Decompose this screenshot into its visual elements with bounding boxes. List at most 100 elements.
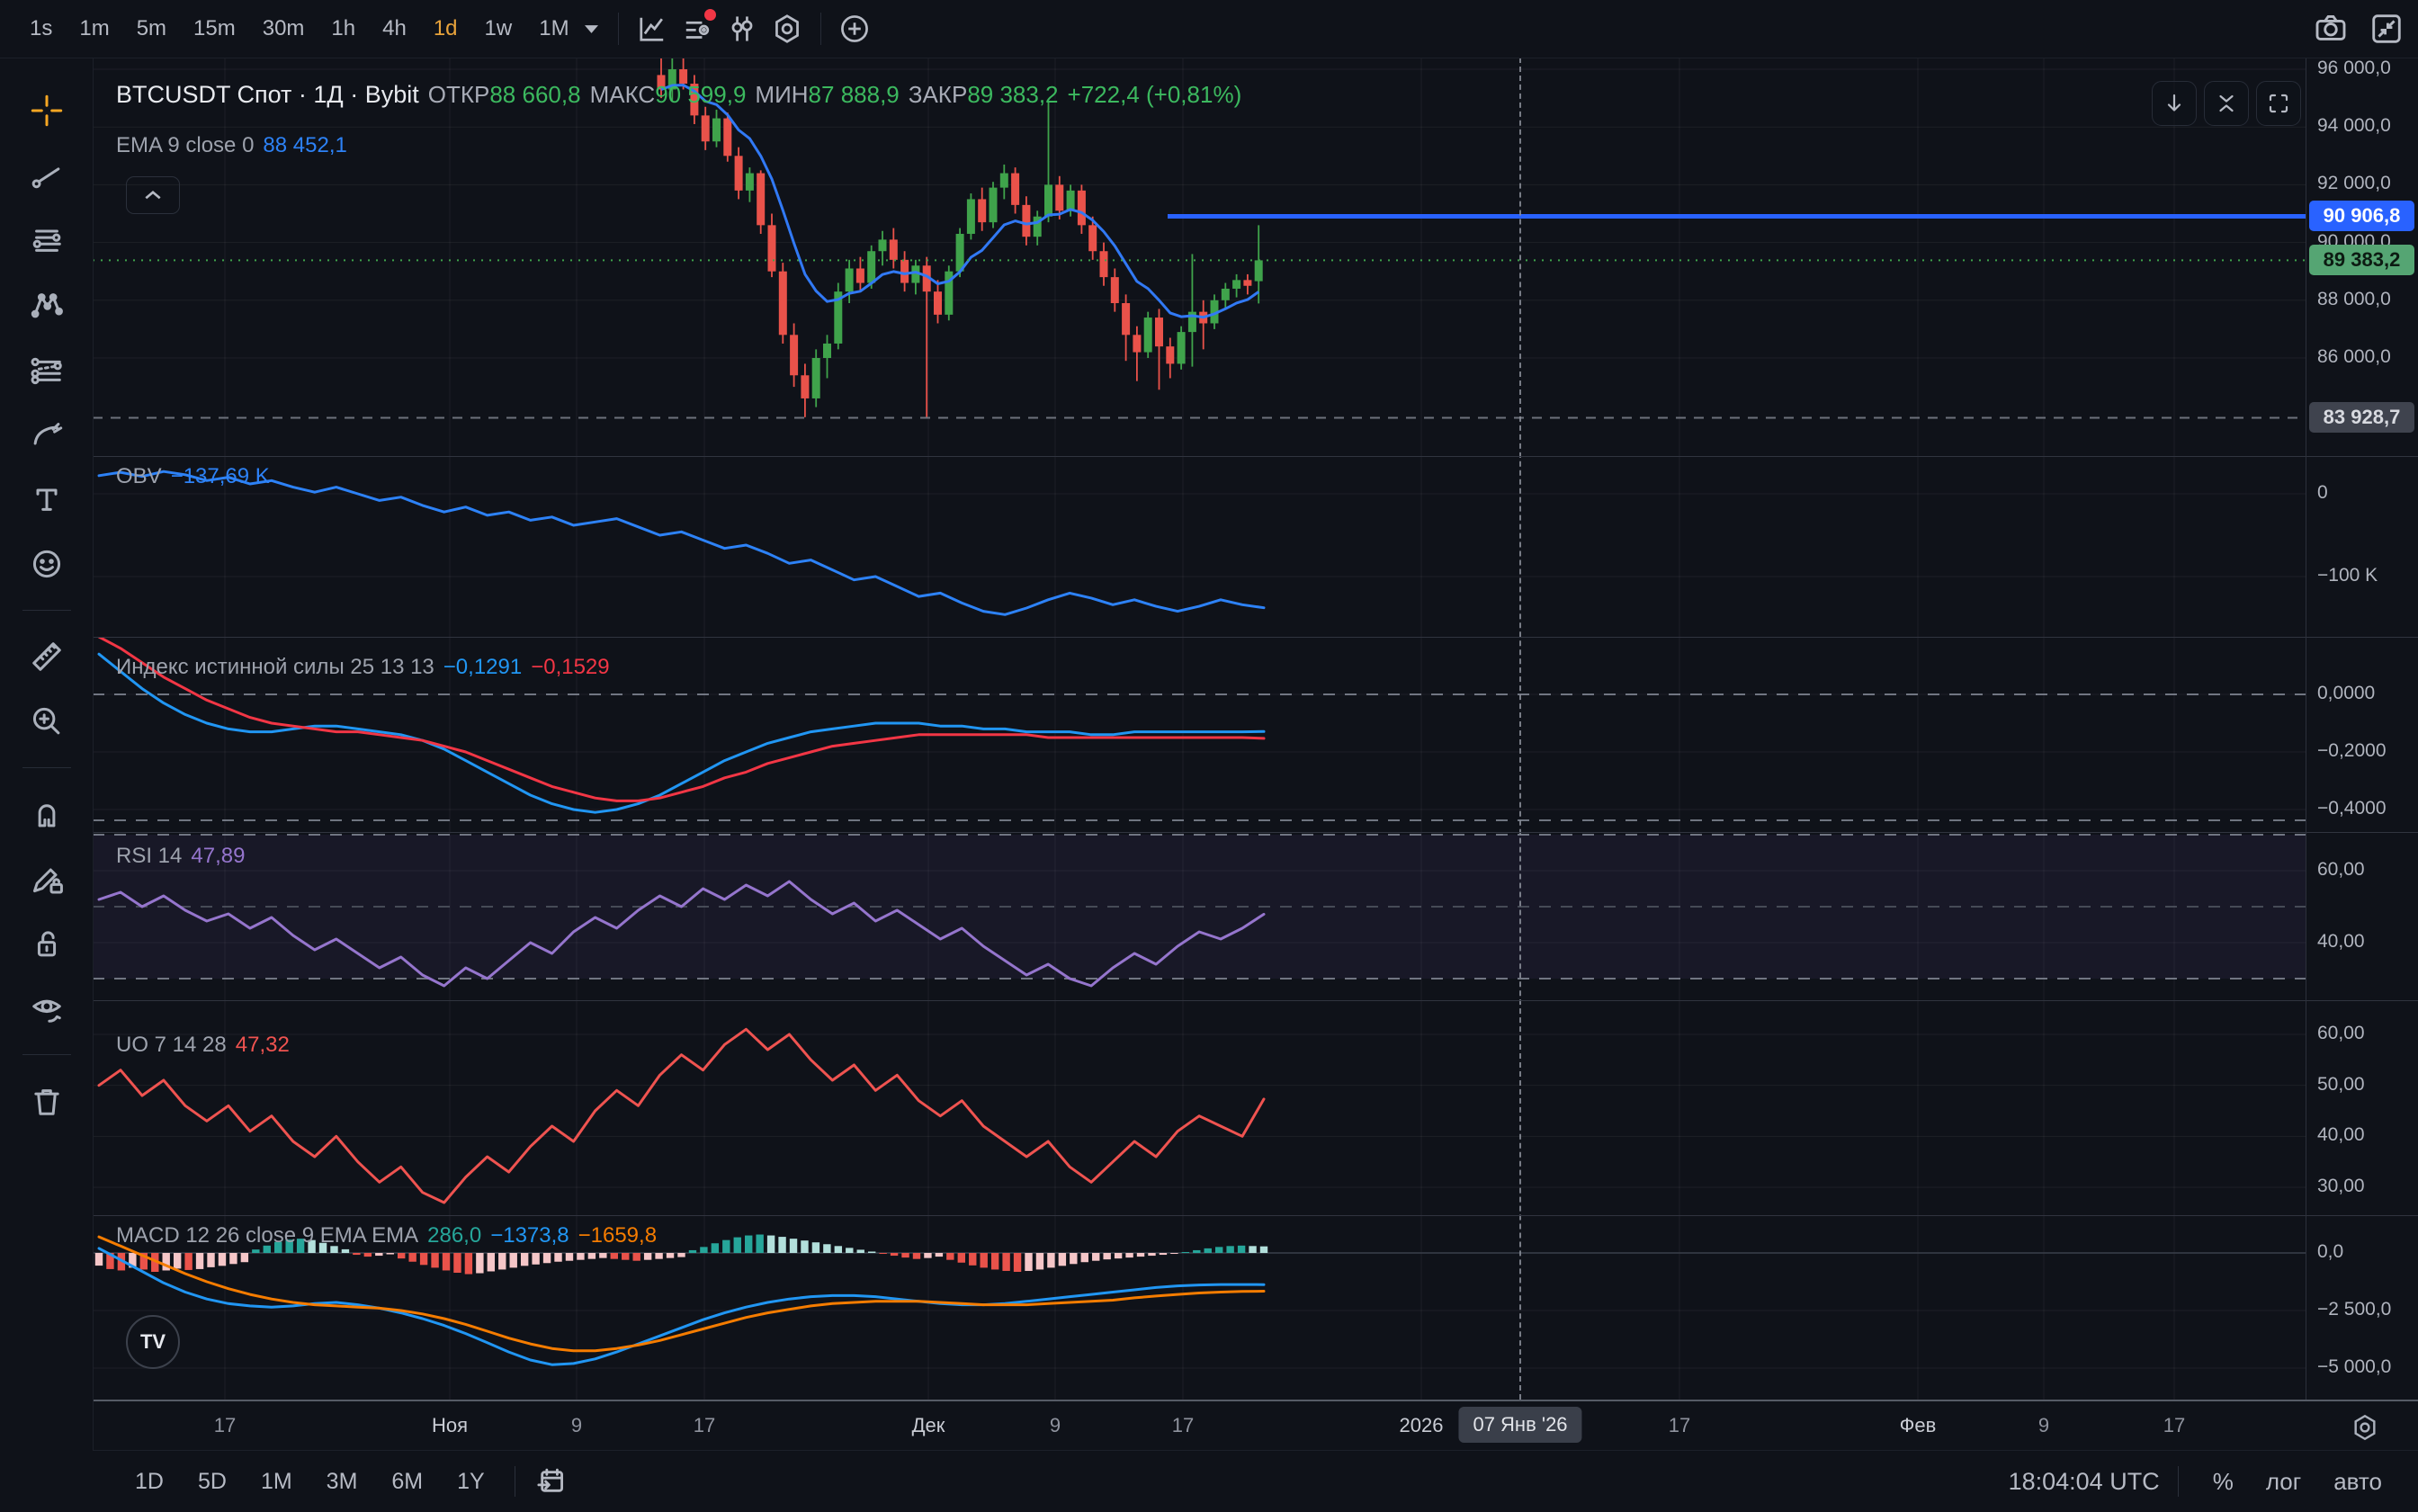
lock-all-tool[interactable]	[21, 917, 73, 970]
time-label: 17	[694, 1414, 715, 1437]
maximize-pane-button[interactable]	[2256, 81, 2301, 126]
crosshair-tool[interactable]	[21, 85, 73, 137]
axis-tick: 60,00	[2317, 859, 2365, 881]
compare-button[interactable]	[720, 6, 765, 51]
timeframe-4h[interactable]: 4h	[369, 0, 420, 58]
emoji-tool[interactable]	[21, 538, 73, 590]
timeframe-1s[interactable]: 1s	[16, 0, 66, 58]
price-label: 90 906,8	[2309, 201, 2414, 231]
axis-tick: 0	[2317, 482, 2328, 504]
brush-tool[interactable]	[21, 408, 73, 461]
rsi-legend-value: 47,89	[191, 844, 245, 869]
legend-collapse-button[interactable]	[126, 176, 180, 214]
ohlc-open: ОТКР88 660,8	[428, 81, 581, 109]
axis-tick: 94 000,0	[2317, 115, 2391, 137]
panel-separator[interactable]	[93, 456, 2418, 457]
panel-uo[interactable]	[93, 1000, 2306, 1215]
timeframe-1h[interactable]: 1h	[318, 0, 369, 58]
panel-rsi[interactable]	[93, 832, 2306, 1000]
log-scale-toggle[interactable]: лог	[2250, 1468, 2317, 1496]
screenshot-button[interactable]	[2308, 6, 2353, 51]
add-button[interactable]	[832, 6, 877, 51]
panel-obv[interactable]	[93, 456, 2306, 637]
ruler-tool[interactable]	[21, 631, 73, 683]
time-label: Фев	[1900, 1414, 1937, 1437]
price-axis[interactable]: 96 000,094 000,092 000,090 000,088 000,0…	[2306, 58, 2418, 1400]
rsi-legend-name[interactable]: RSI 14	[116, 844, 182, 869]
time-label: 9	[1050, 1414, 1061, 1437]
axis-tick: −2 500,0	[2317, 1299, 2391, 1320]
panel-separator[interactable]	[93, 1000, 2418, 1001]
panel-separator[interactable]	[93, 832, 2418, 833]
text-tool[interactable]	[21, 473, 73, 525]
panel-separator[interactable]	[93, 1215, 2418, 1216]
sidebar-divider	[22, 610, 71, 611]
indicators-button[interactable]	[675, 6, 720, 51]
time-axis[interactable]: 17Ноя917Дек917202617Фев91707 Янв '26	[0, 1401, 2418, 1450]
macd-legend-value2: −1373,8	[490, 1223, 569, 1248]
panel-separator[interactable]	[93, 637, 2418, 638]
timeframe-5m[interactable]: 5m	[123, 0, 180, 58]
notification-dot	[704, 9, 716, 21]
axis-tick: −0,4000	[2317, 798, 2387, 819]
timeframe-30m[interactable]: 30m	[249, 0, 318, 58]
goto-date-button[interactable]	[528, 1458, 575, 1505]
axis-tick: 30,00	[2317, 1176, 2365, 1197]
time-label: Дек	[912, 1414, 945, 1437]
tsi-legend-name[interactable]: Индекс истинной силы 25 13 13	[116, 655, 434, 680]
remove-drawings-tool[interactable]	[21, 1075, 73, 1127]
tradingview-logo[interactable]: TV	[126, 1315, 180, 1369]
pane-quick-buttons	[2152, 81, 2301, 126]
trend-line-tool[interactable]	[21, 149, 73, 201]
obv-legend-name[interactable]: OBV	[116, 464, 162, 489]
ema-legend-value: 88 452,1	[263, 133, 346, 158]
calendar-goto-icon	[535, 1465, 568, 1498]
hide-drawings-tool[interactable]	[21, 982, 73, 1034]
timeframe-1M[interactable]: 1M	[525, 0, 582, 58]
panel-price[interactable]	[93, 58, 2306, 456]
axis-tick: 96 000,0	[2317, 58, 2391, 79]
timeframe-1w[interactable]: 1w	[471, 0, 526, 58]
axis-tick: −0,2000	[2317, 740, 2387, 762]
timeframe-15m[interactable]: 15m	[180, 0, 249, 58]
range-1y[interactable]: 1Y	[440, 1469, 502, 1495]
xabcd-pattern-tool[interactable]	[21, 279, 73, 331]
exit-fullscreen-button[interactable]	[2364, 6, 2409, 51]
range-3m[interactable]: 3M	[309, 1469, 375, 1495]
time-label: 17	[214, 1414, 236, 1437]
axis-tick: 40,00	[2317, 1124, 2365, 1146]
symbol-title[interactable]: BTCUSDT Спот · 1Д · Bybit	[116, 81, 419, 109]
auto-scale-toggle[interactable]: авто	[2317, 1468, 2398, 1496]
magnet-tool[interactable]	[21, 788, 73, 840]
uo-legend-name[interactable]: UO 7 14 28	[116, 1033, 227, 1058]
time-label: 9	[2038, 1414, 2049, 1437]
range-1m[interactable]: 1M	[244, 1469, 309, 1495]
ohlc-close: ЗАКР89 383,2	[909, 81, 1059, 109]
collapse-pane-button[interactable]	[2204, 81, 2249, 126]
alert-button[interactable]	[765, 6, 810, 51]
scroll-to-recent-button[interactable]	[2152, 81, 2197, 126]
rsi-legend: RSI 14 47,89	[116, 844, 245, 869]
axis-tick: 88 000,0	[2317, 289, 2391, 310]
compare-icon	[725, 12, 759, 46]
projection-tool[interactable]	[21, 344, 73, 396]
macd-legend-name[interactable]: MACD 12 26 close 9 EMA EMA	[116, 1223, 418, 1248]
time-label: 17	[1172, 1414, 1194, 1437]
arrow-down-icon	[2162, 91, 2187, 116]
drawing-lock-tool[interactable]	[21, 853, 73, 905]
range-5d[interactable]: 5D	[181, 1469, 244, 1495]
zoom-in-tool[interactable]	[21, 695, 73, 747]
range-1d[interactable]: 1D	[118, 1469, 181, 1495]
timeframe-1m[interactable]: 1m	[66, 0, 122, 58]
chart-style-button[interactable]	[630, 6, 675, 51]
timeframe-menu-caret-icon[interactable]	[585, 25, 598, 33]
ema-legend-name[interactable]: EMA 9 close 0	[116, 133, 254, 158]
clock[interactable]: 18:04:04 UTC	[2009, 1468, 2160, 1496]
range-6m[interactable]: 6M	[374, 1469, 440, 1495]
toolbar-separator	[618, 13, 619, 45]
timeframe-1d[interactable]: 1d	[420, 0, 471, 58]
percent-scale-toggle[interactable]: %	[2197, 1468, 2250, 1496]
crosshair-date-badge: 07 Янв '26	[1458, 1407, 1581, 1443]
fib-retracement-tool[interactable]	[21, 214, 73, 266]
ohlc-high: МАКС90 599,9	[590, 81, 747, 109]
